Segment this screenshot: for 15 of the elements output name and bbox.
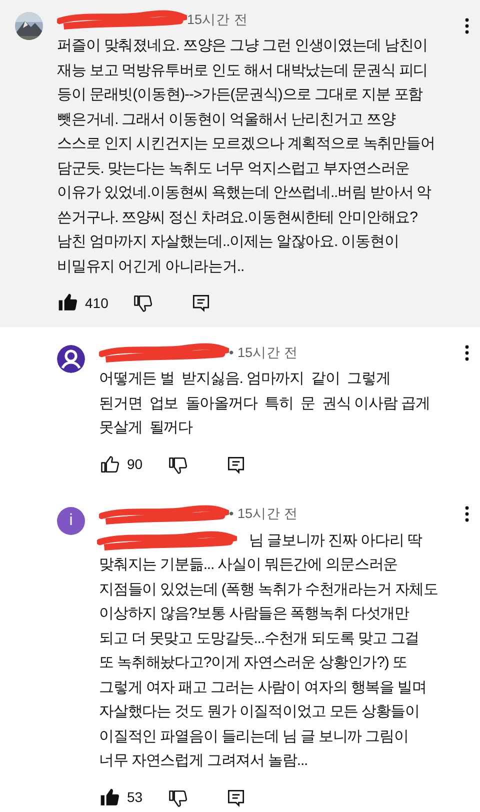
comment-text: 님 글보니까 진짜 아다리 딱 맞춰지는 기분듦... 사실이 뭐든간에 의문스러운 지점들이 있었는데 (폭행 녹취가 수천개라는거 자체도 이상하지 않음?보통 사람들은 폭행녹취 다섯개만 되고 더 못맞고 도망갈듯...수천개 되도록 맞고 그걸 또 녹취해놨다고?이게 자연스러운 상황인가?) 또 그렇게 여자 패고 그러는 사람이 여자의 행복을 빌며 자살했다는 것도 뭔가 이질적이었고 모든 상황들이 이질적인 파열음이 들리는데 님 글 보니까 그림이 너무 자연스럽게 그려져서 놀람... [99, 530, 440, 771]
like-button[interactable] [99, 454, 121, 476]
like-button[interactable] [99, 786, 121, 808]
timestamp: 15시간 전 [187, 10, 248, 29]
like-count: 410 [85, 294, 108, 312]
comment-text: 퍼즐이 맞춰졌네요. 쯔양은 그냥 그런 인생이였는데 남친이 재능 보고 먹방유투버로 인도 해서 대박났는데 문권식 피디 등이 문래빗(이동현)-->가든(문권식)으로 그대로 지분 포함 뺏은거네. 그래서 이동현이 억울해서 난리친거고 쯔양 스스로 인지 시킨건지는 모르겠으나 계획적으로 녹취만들어 담군듯. 맞는다는 녹취도 너무 억지스럽고 부자연스러운 이유가 있었네.이동현씨 욕했는데 안쓰럽네..버림 받아서 악 쓴거구나. 쯔양씨 정신 차려요.이동현씨한테 안미안해요? 남친 엄마까지 자살했는데..이제는 알잖아요. 이동현이 비밀유지 어긴게 아니라는거.. [57, 36, 436, 276]
timestamp: • 15시간 전 [229, 344, 298, 362]
like-count: 53 [127, 788, 143, 807]
thumbs-up-icon [99, 454, 121, 476]
like-count: 90 [127, 455, 143, 474]
timestamp: • 15시간 전 [229, 505, 298, 524]
comment-text: 어떻게든 벌 받지싫음. 엄마까지 같이 그렇게 된거면 업보 돌아올꺼다 특히 문 권식 이사람 곱게 못살게 될꺼다 [99, 369, 431, 438]
avatar-icon[interactable] [57, 345, 85, 373]
thumbs-up-icon [99, 786, 121, 808]
avatar[interactable]: i [57, 506, 85, 534]
